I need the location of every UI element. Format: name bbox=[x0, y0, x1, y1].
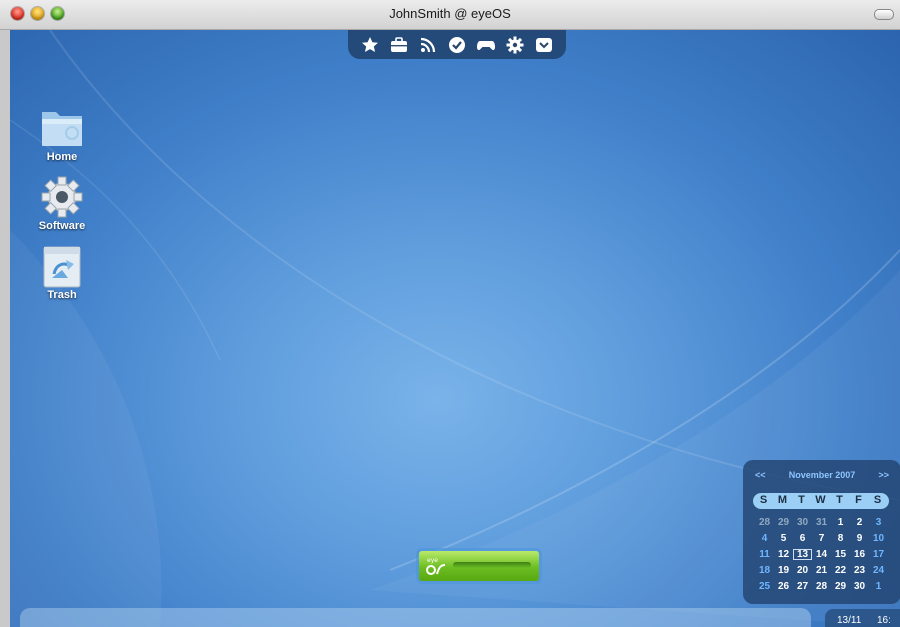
calendar-day[interactable]: 16 bbox=[850, 549, 869, 560]
toolbar-toggle-button[interactable] bbox=[874, 9, 894, 20]
desktop-icon-label: Software bbox=[38, 220, 86, 232]
weekday-label: S bbox=[873, 494, 882, 506]
calendar-day[interactable]: 24 bbox=[869, 565, 888, 576]
calendar-day[interactable]: 29 bbox=[774, 517, 793, 528]
check-circle-icon[interactable] bbox=[447, 35, 467, 55]
calendar-day[interactable]: 25 bbox=[755, 581, 774, 592]
calendar-day[interactable]: 30 bbox=[793, 517, 812, 528]
calendar-day[interactable]: 9 bbox=[850, 533, 869, 544]
eyeos-window: JohnSmith @ eyeOS Home Software Trash <<… bbox=[0, 0, 900, 627]
clock-time: 16: bbox=[877, 615, 891, 626]
calendar-day[interactable]: 22 bbox=[831, 565, 850, 576]
gear-icon bbox=[38, 175, 86, 219]
title-bar[interactable]: JohnSmith @ eyeOS bbox=[0, 0, 900, 30]
calendar-day[interactable]: 30 bbox=[850, 581, 869, 592]
gamepad-icon[interactable] bbox=[476, 35, 496, 55]
weekday-label: W bbox=[815, 494, 826, 506]
calendar-day[interactable]: 7 bbox=[812, 533, 831, 544]
calendar-day[interactable]: 12 bbox=[774, 549, 793, 560]
calendar-grid: 28 29 30 31 1 2 3 4 5 6 7 8 9 10 11 12 13 14 15 16 17 18 19 20 2… bbox=[755, 517, 891, 597]
calendar-day[interactable]: 3 bbox=[869, 517, 888, 528]
calendar-day[interactable]: 19 bbox=[774, 565, 793, 576]
eyeos-logo-icon: eye bbox=[426, 557, 446, 575]
calendar-week-row: 18 19 20 21 22 23 24 bbox=[755, 565, 891, 581]
folder-icon bbox=[38, 106, 86, 150]
desktop-icon-home[interactable]: Home bbox=[32, 106, 92, 163]
calendar-week-row: 4 5 6 7 8 9 10 bbox=[755, 533, 891, 549]
calendar-day[interactable]: 6 bbox=[793, 533, 812, 544]
inbox-icon[interactable] bbox=[534, 35, 554, 55]
calendar-day[interactable]: 8 bbox=[831, 533, 850, 544]
calendar-day[interactable]: 1 bbox=[869, 581, 888, 592]
calendar-day[interactable]: 21 bbox=[812, 565, 831, 576]
calendar-week-row: 28 29 30 31 1 2 3 bbox=[755, 517, 891, 533]
desktop-icon-label: Trash bbox=[47, 289, 77, 301]
rss-icon[interactable] bbox=[418, 35, 438, 55]
calendar-weekday-header: S M T W T F S bbox=[753, 493, 889, 509]
briefcase-icon[interactable] bbox=[389, 35, 409, 55]
calendar-day[interactable]: 27 bbox=[793, 581, 812, 592]
clock-date: 13/11 bbox=[837, 615, 862, 626]
gear-icon[interactable] bbox=[505, 35, 525, 55]
weekday-label: S bbox=[759, 494, 768, 506]
trash-icon bbox=[38, 244, 86, 288]
calendar-day-today[interactable]: 13 bbox=[793, 549, 812, 560]
calendar-widget: << November 2007 >> S M T W T F S 28 29 30… bbox=[743, 460, 900, 604]
desktop-icon-label: Home bbox=[46, 151, 78, 163]
calendar-day[interactable]: 28 bbox=[812, 581, 831, 592]
calendar-week-row: 11 12 13 14 15 16 17 bbox=[755, 549, 891, 565]
calendar-month-label: November 2007 bbox=[788, 470, 856, 480]
calendar-day[interactable]: 26 bbox=[774, 581, 793, 592]
desktop-icon-trash[interactable]: Trash bbox=[32, 244, 92, 301]
calendar-day[interactable]: 14 bbox=[812, 549, 831, 560]
eyeos-launcher-button[interactable]: eye bbox=[419, 551, 539, 581]
weekday-label: F bbox=[855, 494, 862, 506]
calendar-day[interactable]: 5 bbox=[774, 533, 793, 544]
calendar-week-row: 25 26 27 28 29 30 1 bbox=[755, 581, 891, 597]
taskbar[interactable] bbox=[20, 608, 811, 627]
calendar-day[interactable]: 2 bbox=[850, 517, 869, 528]
eyeos-badge-bar bbox=[453, 562, 531, 568]
calendar-day[interactable]: 15 bbox=[831, 549, 850, 560]
calendar-day[interactable]: 18 bbox=[755, 565, 774, 576]
calendar-day[interactable]: 28 bbox=[755, 517, 774, 528]
svg-text:eye: eye bbox=[427, 557, 438, 564]
weekday-label: T bbox=[836, 494, 843, 506]
calendar-day[interactable]: 23 bbox=[850, 565, 869, 576]
calendar-day[interactable]: 31 bbox=[812, 517, 831, 528]
calendar-day[interactable]: 11 bbox=[755, 549, 774, 560]
weekday-label: T bbox=[798, 494, 805, 506]
desktop[interactable]: Home Software Trash << November 2007 >> … bbox=[10, 30, 900, 627]
calendar-next-button[interactable]: >> bbox=[878, 470, 889, 480]
calendar-day[interactable]: 17 bbox=[869, 549, 888, 560]
calendar-day[interactable]: 1 bbox=[831, 517, 850, 528]
star-icon[interactable] bbox=[360, 35, 380, 55]
calendar-day[interactable]: 4 bbox=[755, 533, 774, 544]
top-dock bbox=[348, 30, 566, 59]
window-title: JohnSmith @ eyeOS bbox=[389, 6, 511, 21]
clock-widget: 13/11 16: bbox=[825, 609, 900, 627]
calendar-day[interactable]: 29 bbox=[831, 581, 850, 592]
weekday-label: M bbox=[777, 494, 788, 506]
desktop-icon-software[interactable]: Software bbox=[32, 175, 92, 232]
calendar-day[interactable]: 10 bbox=[869, 533, 888, 544]
calendar-day[interactable]: 20 bbox=[793, 565, 812, 576]
